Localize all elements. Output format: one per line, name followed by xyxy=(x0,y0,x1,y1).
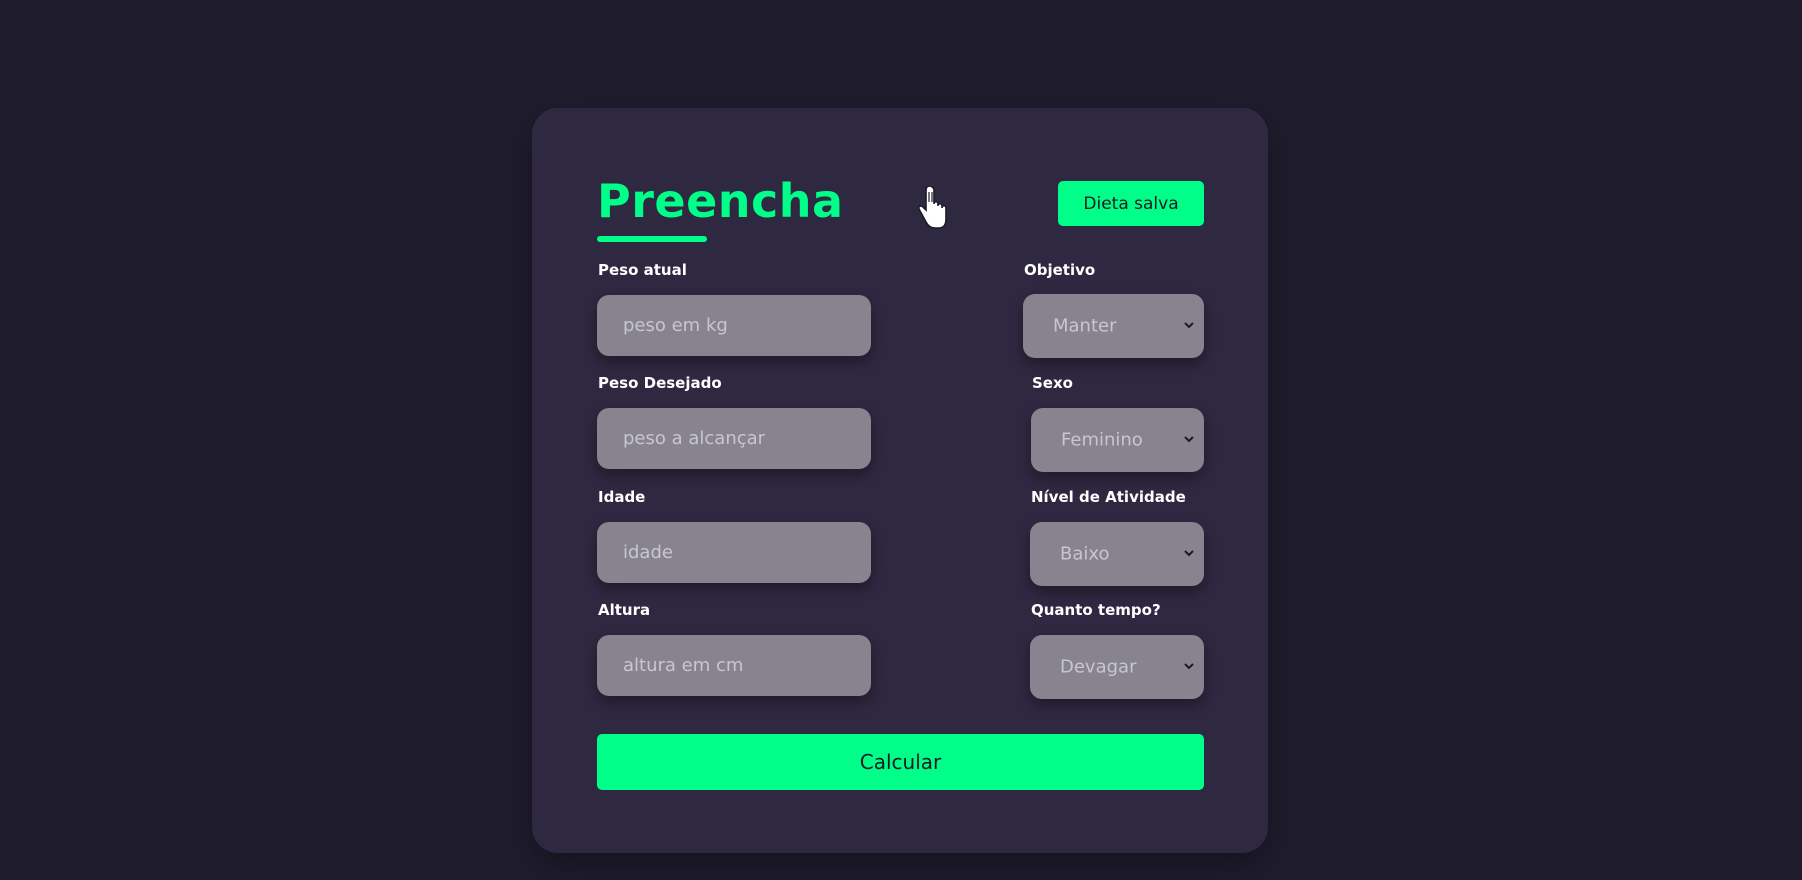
sexo-value: Feminino xyxy=(1061,429,1143,451)
chevron-down-icon xyxy=(1184,663,1194,670)
nivel-atividade-label: Nível de Atividade xyxy=(1031,488,1186,506)
altura-input[interactable] xyxy=(597,635,871,696)
chevron-down-icon xyxy=(1184,322,1194,329)
objetivo-select[interactable]: Manter xyxy=(1023,294,1204,358)
idade-input[interactable] xyxy=(597,522,871,583)
quanto-tempo-label: Quanto tempo? xyxy=(1031,601,1161,619)
quanto-tempo-value: Devagar xyxy=(1060,656,1137,678)
diet-form-card: Preencha Dieta salva Peso atual Peso Des… xyxy=(532,108,1268,853)
altura-label: Altura xyxy=(598,601,651,619)
peso-desejado-input[interactable] xyxy=(597,408,871,469)
idade-label: Idade xyxy=(598,488,646,506)
peso-atual-label: Peso atual xyxy=(598,261,687,279)
chevron-down-icon xyxy=(1184,550,1194,557)
sexo-label: Sexo xyxy=(1032,374,1073,392)
title-underline xyxy=(597,236,707,242)
calculate-button[interactable]: Calcular xyxy=(597,734,1204,790)
hand-pointer-icon xyxy=(918,186,947,229)
nivel-atividade-value: Baixo xyxy=(1060,543,1110,565)
saved-diet-button[interactable]: Dieta salva xyxy=(1058,181,1204,226)
objetivo-value: Manter xyxy=(1053,315,1117,337)
peso-desejado-label: Peso Desejado xyxy=(598,374,722,392)
objetivo-label: Objetivo xyxy=(1024,261,1096,279)
chevron-down-icon xyxy=(1184,436,1194,443)
peso-atual-input[interactable] xyxy=(597,295,871,356)
nivel-atividade-select[interactable]: Baixo xyxy=(1030,522,1204,586)
sexo-select[interactable]: Feminino xyxy=(1031,408,1204,472)
quanto-tempo-select[interactable]: Devagar xyxy=(1030,635,1204,699)
form-title: Preencha xyxy=(597,174,844,228)
